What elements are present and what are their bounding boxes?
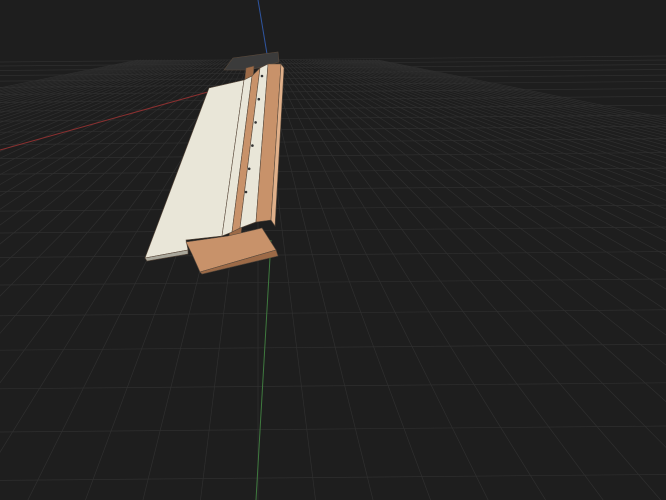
grid-line (0, 59, 202, 146)
z-axis-line (257, 0, 269, 61)
grid-line (302, 59, 666, 256)
hole-mark (244, 190, 248, 194)
grid-line (0, 59, 142, 90)
grid-line (0, 425, 666, 433)
grid-line (0, 309, 666, 317)
grid-line (311, 59, 666, 220)
grid-line (350, 59, 666, 143)
grid-line (0, 59, 196, 136)
grid-line (0, 204, 666, 212)
grid-line (284, 59, 666, 403)
grid-line (0, 59, 193, 131)
3d-viewport[interactable] (0, 0, 666, 500)
grid-line (281, 59, 666, 448)
grid-line (0, 59, 163, 102)
grid-line (287, 59, 666, 366)
hole-mark (260, 74, 264, 78)
grid-line (0, 474, 666, 481)
grid-line (0, 152, 666, 159)
grid-line (0, 59, 184, 120)
grid-line (0, 59, 166, 104)
grid-line (353, 59, 666, 140)
grid-line (0, 59, 223, 210)
grid-line (0, 59, 178, 114)
hole-mark (247, 167, 251, 171)
grid-line (269, 59, 489, 500)
grid-line (0, 226, 666, 234)
grid-line (320, 59, 666, 193)
grid-line (305, 59, 666, 242)
grid-line (308, 59, 666, 230)
grid-line (0, 167, 666, 175)
grid-line (0, 251, 666, 258)
grid-line (0, 59, 148, 93)
grid-line (0, 59, 139, 89)
grid-line (266, 59, 431, 500)
x-axis-line (0, 89, 216, 151)
grid-line (0, 59, 208, 159)
grid-line (0, 343, 666, 351)
grid-line (0, 114, 666, 122)
grid-line (0, 59, 217, 185)
hole-mark (254, 121, 257, 124)
grid-line (293, 59, 666, 311)
grid-line (0, 104, 666, 112)
grid-line (278, 59, 662, 500)
grid-line (344, 59, 666, 150)
grid-line (314, 59, 666, 210)
grid-line (0, 382, 666, 390)
grid-line (0, 59, 145, 91)
grid-line (0, 59, 169, 106)
hole-mark (257, 97, 261, 101)
viewport-canvas[interactable] (0, 0, 666, 500)
hole-mark (251, 144, 254, 147)
grid-line (0, 59, 190, 127)
grid-line (347, 59, 666, 146)
grid-line (0, 59, 187, 123)
grid-line (0, 59, 211, 167)
grid-line (299, 59, 666, 272)
grid-line (263, 59, 374, 500)
grid-line (0, 59, 220, 197)
